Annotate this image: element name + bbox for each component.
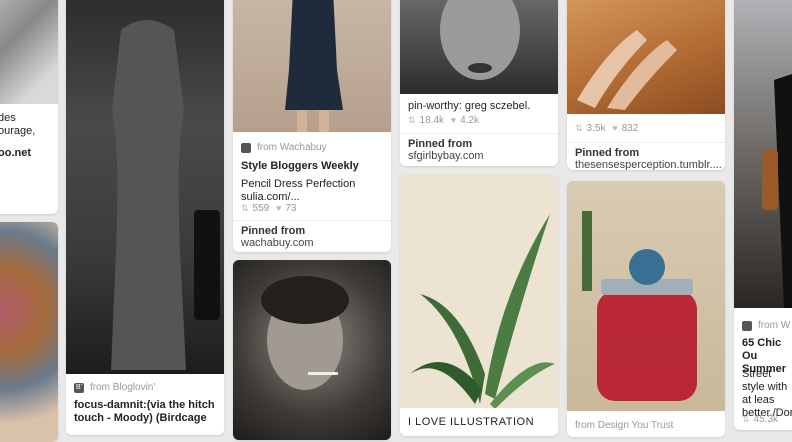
like-count: 832	[621, 123, 639, 134]
pin-card[interactable]: B' from Bloglovin' focus-damnit:(via the…	[66, 0, 224, 435]
pin-image[interactable]	[567, 181, 725, 411]
pin-stats: ⇅ 3.5k ♥ 832	[575, 123, 642, 134]
pin-card[interactable]: I LOVE ILLUSTRATION	[400, 174, 558, 436]
repin-count: 3.5k	[586, 123, 606, 134]
repin-count: 559	[252, 203, 270, 214]
pin-image[interactable]	[567, 0, 725, 114]
like-count: 73	[285, 203, 297, 214]
legs-on-sofa	[577, 30, 677, 110]
street-style-figure	[762, 74, 792, 308]
pinned-from-domain: thesensesperception.tumblr....	[575, 159, 722, 170]
pin-image[interactable]	[233, 0, 391, 132]
source-label: from Bloglovin'	[90, 382, 156, 393]
pin-card[interactable]: from Design You Trust	[567, 181, 725, 437]
pin-image[interactable]	[400, 174, 558, 408]
pin-domain: oo.net	[0, 147, 31, 159]
like-count: 4.2k	[460, 115, 480, 126]
pinned-from-label: Pinned from	[575, 147, 640, 159]
pinned-from-label: Pinned from	[408, 138, 473, 150]
source-favicon-icon	[742, 320, 752, 331]
strawberry-jar-illustration	[582, 211, 697, 401]
repin-icon: ⇅	[408, 115, 416, 125]
pinned-from[interactable]: Pinned from wachabuy.com	[233, 220, 391, 252]
pin-card[interactable]	[0, 222, 58, 442]
pin-card[interactable]: des ourage, oo.net	[0, 0, 58, 214]
pinned-from[interactable]: Pinned from sfgirlbybay.com	[400, 133, 558, 166]
pin-card[interactable]	[233, 260, 391, 440]
bloglovin-icon: B'	[74, 382, 84, 393]
pinned-from-domain: sfgirlbybay.com	[408, 150, 484, 162]
dress-figure	[111, 20, 220, 370]
smoking-portrait	[261, 276, 349, 390]
pencil-dress-figure	[285, 0, 343, 132]
heart-icon: ♥	[450, 115, 457, 125]
pin-card[interactable]: ⇅ 3.5k ♥ 832 Pinned from thesensespercepti…	[567, 0, 725, 170]
pin-card[interactable]: from W 65 Chic Ou Summer Street style wi…	[734, 0, 792, 430]
pin-stats: ⇅ 559 ♥ 73	[241, 203, 300, 214]
pin-description: focus-damnit:(via the hitch touch - Mood…	[74, 399, 215, 424]
repin-count: 18.4k	[419, 115, 445, 126]
pin-card[interactable]: pin-worthy: greg sczebel. ⇅ 18.4k ♥ 4.2k P…	[400, 0, 558, 166]
pinned-from[interactable]: Pinned from thesensesperception.tumblr..…	[567, 142, 725, 170]
repin-count: 45.3k	[753, 414, 779, 425]
source-label: from Wachabuy	[257, 142, 327, 153]
pin-description: pin-worthy: greg sczebel.	[408, 100, 531, 112]
pin-source[interactable]: from W	[742, 320, 790, 331]
pin-source[interactable]: from Wachabuy	[241, 142, 327, 153]
pin-source[interactable]: B' from Bloglovin'	[74, 382, 155, 393]
heart-icon: ♥	[612, 123, 618, 133]
pin-image[interactable]	[66, 0, 224, 374]
pin-description: Pencil Dress Perfection sulia.com/...	[241, 178, 356, 203]
pinned-from-domain: wachabuy.com	[241, 237, 314, 249]
source-favicon-icon	[241, 142, 251, 153]
pin-stats: ⇅ 45.3k	[742, 414, 782, 425]
pin-image[interactable]	[400, 0, 558, 94]
pin-stats: ⇅ 18.4k ♥ 4.2k	[408, 115, 483, 126]
pin-source[interactable]: from Design You Trust	[575, 419, 717, 432]
repin-icon: ⇅	[575, 123, 583, 133]
board-name[interactable]: Style Bloggers Weekly	[241, 160, 383, 173]
pinned-from-label: Pinned from	[241, 225, 306, 237]
heart-icon: ♥	[276, 203, 282, 213]
pin-image[interactable]	[0, 222, 58, 442]
pin-card[interactable]: from Wachabuy Style Bloggers Weekly Penc…	[233, 0, 391, 252]
pin-image[interactable]	[0, 0, 58, 104]
pin-image[interactable]	[233, 260, 391, 440]
source-label: from W	[758, 320, 791, 331]
pin-image[interactable]	[734, 0, 792, 308]
pin-description: Street style with at leas better./Dor	[742, 368, 792, 419]
plant-illustration	[410, 214, 555, 408]
portrait-face	[440, 0, 520, 80]
pin-description: des ourage,	[0, 112, 36, 137]
repin-icon: ⇅	[241, 203, 249, 213]
